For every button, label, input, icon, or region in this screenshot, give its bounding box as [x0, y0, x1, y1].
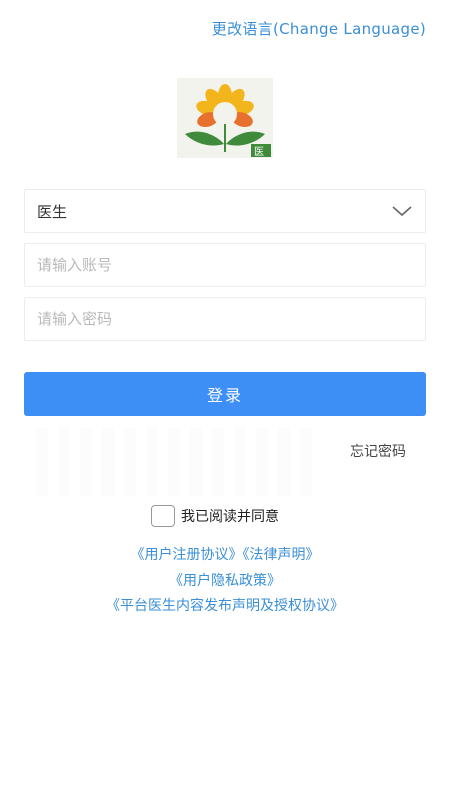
- user-registration-agreement-link[interactable]: 《用户注册协议》: [131, 547, 243, 563]
- agreement-row: 我已阅读并同意: [151, 505, 279, 527]
- role-select[interactable]: 医生: [24, 189, 426, 233]
- account-field: [24, 243, 426, 287]
- policy-line-3: 《平台医生内容发布声明及授权协议》: [0, 595, 450, 615]
- role-select-value: 医生: [37, 202, 68, 221]
- login-button[interactable]: 登录: [24, 372, 426, 416]
- app-logo: 医: [177, 78, 273, 158]
- account-input[interactable]: [37, 256, 413, 274]
- content-authorization-link[interactable]: 《平台医生内容发布声明及授权协议》: [106, 598, 344, 614]
- policy-line-1: 《用户注册协议》《法律声明》: [0, 544, 450, 564]
- logo-badge-text: 医: [254, 147, 264, 158]
- chevron-down-icon: [392, 206, 412, 217]
- password-field: [24, 297, 426, 341]
- privacy-policy-link[interactable]: 《用户隐私政策》: [169, 573, 281, 589]
- agreement-checkbox[interactable]: [151, 505, 175, 527]
- faint-background-pattern: [36, 428, 316, 496]
- login-screen: 更改语言(Change Language) 医 医生 请输入账号 登录 忘记密码…: [0, 0, 450, 800]
- legal-statement-link[interactable]: 《法律声明》: [243, 547, 320, 563]
- password-input[interactable]: [37, 310, 413, 328]
- forgot-password-link[interactable]: 忘记密码: [350, 441, 406, 461]
- policy-line-2: 《用户隐私政策》: [0, 570, 450, 590]
- agreement-label: 我已阅读并同意: [181, 509, 279, 525]
- change-language-link[interactable]: 更改语言(Change Language): [212, 18, 426, 39]
